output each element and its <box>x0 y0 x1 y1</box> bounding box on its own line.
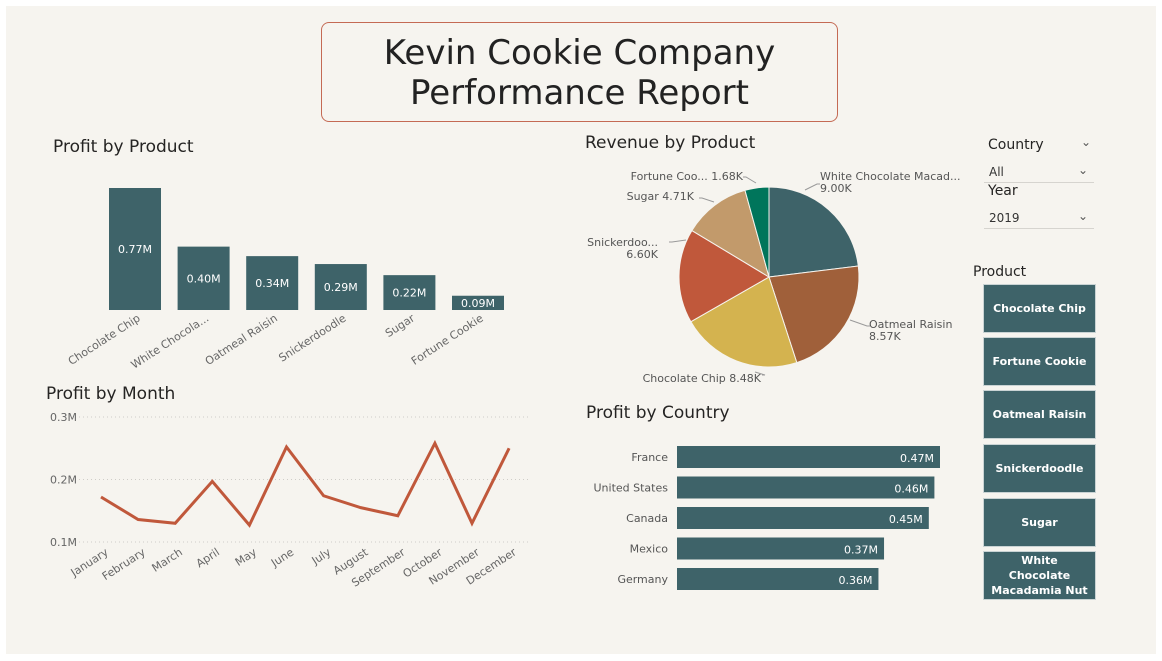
product-slicer-label: Product <box>973 264 1027 280</box>
year-dropdown-value: 2019 <box>989 211 1020 225</box>
slice-value-label: 9.00K <box>820 182 852 195</box>
x-tick-label: Oatmeal Raisin <box>203 312 280 368</box>
y-tick-label: 0.2M <box>50 474 77 487</box>
slice-value-label: 6.60K <box>626 248 658 261</box>
x-tick-label: Fortune Cookie <box>409 311 486 367</box>
slice-label: Fortune Coo... 1.68K <box>631 170 744 183</box>
country-dropdown[interactable]: All ⌄ <box>984 161 1094 183</box>
product-button-label: Snickerdoodle <box>995 462 1084 475</box>
profit-by-country-title: Profit by Country <box>586 403 730 423</box>
y-tick-label: France <box>631 451 668 464</box>
product-button-sugar[interactable]: Sugar <box>983 498 1096 547</box>
report-title-line1: Kevin Cookie Company <box>383 33 776 73</box>
year-slicer-label: Year <box>988 183 1018 199</box>
profit-by-product-chart: 0.77MChocolate Chip0.40MWhite Chocola...… <box>66 188 504 371</box>
slice-value-label: 8.57K <box>869 330 901 343</box>
x-tick-label: April <box>194 546 222 571</box>
country-slicer-label: Country <box>988 137 1044 153</box>
leader-line <box>743 176 757 184</box>
profit-by-product-title: Profit by Product <box>53 137 194 157</box>
pie-slice <box>768 186 859 278</box>
data-label: 0.22M <box>392 287 426 300</box>
x-tick-label: Sugar <box>383 311 417 340</box>
product-button-chocolate-chip[interactable]: Chocolate Chip <box>983 284 1096 333</box>
y-tick-label: 0.3M <box>50 411 77 424</box>
x-tick-label: May <box>233 545 260 569</box>
y-tick-label: Mexico <box>630 543 669 556</box>
data-label: 0.09M <box>461 297 495 310</box>
series-line <box>100 439 511 528</box>
country-dropdown-value: All <box>989 165 1004 179</box>
slice-label: Chocolate Chip 8.48K <box>643 372 762 385</box>
data-label: 0.40M <box>187 272 221 285</box>
data-label: 0.34M <box>255 277 289 290</box>
year-dropdown[interactable]: 2019 ⌄ <box>984 207 1094 229</box>
y-tick-label: United States <box>594 482 669 495</box>
slice-label: Sugar 4.71K <box>627 190 695 203</box>
leader-line <box>669 239 687 243</box>
data-label: 0.77M <box>118 243 152 256</box>
product-button-label: Fortune Cookie <box>992 355 1087 368</box>
profit-by-country-chart: 0.47M France 0.46M United States 0.45M Canada… <box>594 446 940 590</box>
data-label: 0.47M <box>900 452 934 465</box>
profit-by-month-chart: 0.3M0.2M0.1MJanuaryFebruary March April May… <box>50 411 530 590</box>
x-tick-label: July <box>309 545 334 567</box>
product-button-label: Chocolate Chip <box>993 302 1086 315</box>
data-label: 0.36M <box>838 574 872 587</box>
product-button-label: Oatmeal Raisin <box>992 408 1087 421</box>
revenue-by-product-title: Revenue by Product <box>585 133 756 153</box>
product-button-snickerdoodle[interactable]: Snickerdoodle <box>983 444 1096 493</box>
leader-line <box>699 197 715 203</box>
y-tick-label: Canada <box>626 512 668 525</box>
chevron-down-icon: ⌄ <box>1077 209 1088 223</box>
leader-line <box>849 319 870 327</box>
data-label: 0.37M <box>844 544 878 557</box>
profit-by-month-title: Profit by Month <box>46 384 176 404</box>
chevron-down-icon[interactable]: ⌄ <box>1081 135 1091 149</box>
report-title-line2: Performance Report <box>410 73 749 113</box>
report-title-box: Kevin Cookie Company Performance Report <box>321 22 838 122</box>
data-label: 0.45M <box>889 513 923 526</box>
y-tick-label: 0.1M <box>50 536 77 549</box>
product-button-white-chocolate-macadamia-nut[interactable]: White Chocolate Macadamia Nut <box>983 551 1096 600</box>
y-tick-label: Germany <box>617 573 668 586</box>
product-button-oatmeal-raisin[interactable]: Oatmeal Raisin <box>983 390 1096 439</box>
product-button-label: Sugar <box>1021 516 1058 529</box>
x-tick-label: Snickerdoodle <box>276 311 348 364</box>
x-tick-label: June <box>268 545 296 570</box>
data-label: 0.29M <box>324 281 358 294</box>
product-button-label: White Chocolate Macadamia Nut <box>991 554 1088 597</box>
revenue-by-product-chart: White Chocolate Macad...9.00KOatmeal Rai… <box>587 170 960 385</box>
x-tick-label: March <box>150 546 185 575</box>
leader-line <box>804 183 820 191</box>
product-button-fortune-cookie[interactable]: Fortune Cookie <box>983 337 1096 386</box>
data-label: 0.46M <box>894 483 928 496</box>
chevron-down-icon: ⌄ <box>1077 163 1088 177</box>
